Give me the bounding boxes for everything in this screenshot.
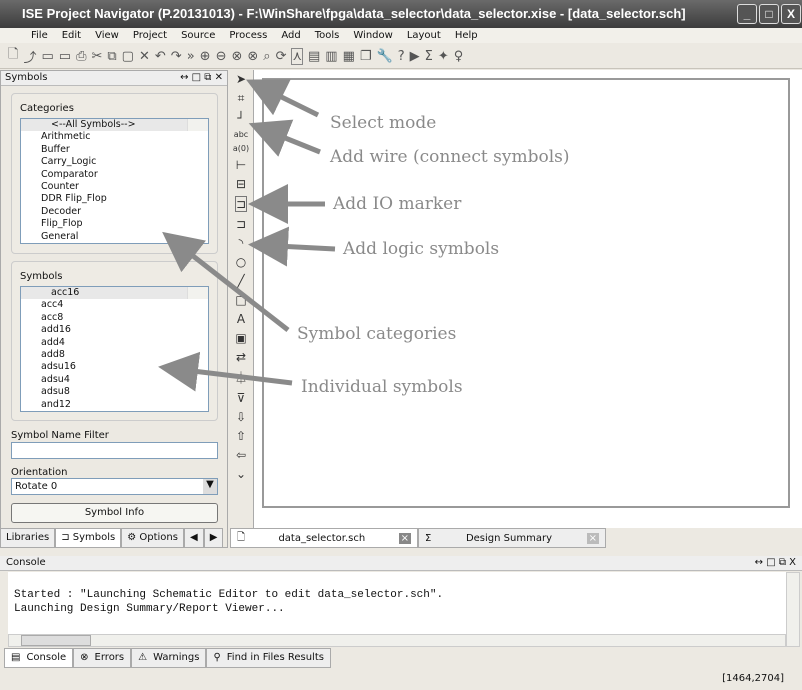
arrow-select-mode	[246, 79, 320, 118]
annotation-arrows	[158, 79, 336, 392]
arrow-individual-symbols	[158, 351, 293, 392]
annotation-logic-symbols: Add logic symbols	[343, 239, 500, 259]
annotation-select-mode: Select mode	[330, 113, 437, 133]
arrow-add-wire	[248, 119, 321, 157]
annotation-io-marker: Add IO marker	[333, 194, 462, 214]
annotation-symbol-categories: Symbol categories	[297, 324, 457, 344]
arrow-logic-symbols	[248, 226, 336, 267]
annotation-individual-symbols: Individual symbols	[301, 377, 463, 397]
arrow-categories	[162, 231, 290, 332]
annotation-add-wire: Add wire (connect symbols)	[330, 147, 570, 167]
